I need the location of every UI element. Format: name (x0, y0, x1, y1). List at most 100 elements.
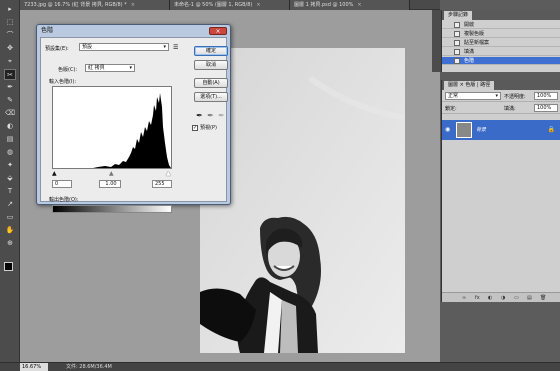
checkbox-icon: ✓ (192, 124, 198, 131)
histogram (52, 86, 172, 169)
tool-icon[interactable]: ▤ (4, 134, 16, 145)
document-tab-7233[interactable]: 7233.jpg @ 16.7% (紅 背景 拷貝, RGB/8) * × (20, 0, 170, 10)
close-icon[interactable]: × (256, 2, 260, 8)
fill-field[interactable]: 100% (534, 104, 558, 112)
history-item[interactable]: 開啟 (442, 21, 560, 29)
history-item-label: 填滿 (464, 49, 475, 55)
histogram-shape (53, 93, 171, 168)
history-step-icon (454, 31, 460, 37)
layer-thumbnail (456, 122, 472, 138)
tool-icon[interactable]: ▸ (4, 4, 16, 15)
eye-icon[interactable]: ◉ (445, 126, 450, 133)
layer-row-background[interactable]: ◉ 背景 🔒 (442, 120, 560, 140)
tool-icon[interactable]: ⊕ (4, 238, 16, 249)
input-gamma-slider-icon[interactable]: ▲ (109, 170, 114, 177)
close-icon[interactable]: × (131, 2, 135, 8)
layer-name: 背景 (476, 127, 487, 133)
foreground-color-swatch[interactable] (4, 262, 13, 271)
output-gradient (52, 205, 172, 213)
preset-value: 預設 (82, 44, 93, 50)
close-button[interactable]: × (209, 27, 227, 35)
channel-label: 色版(C): (58, 67, 78, 73)
history-item-label: 複製色版 (464, 31, 485, 37)
collapsed-panel-strip (432, 10, 441, 72)
new-group-icon[interactable]: ▭ (514, 295, 519, 301)
tool-icon[interactable]: ⬚ (4, 17, 16, 28)
tool-icon[interactable]: ⌒ (4, 30, 16, 41)
lock-row: 鎖定: 填滿: 100% (442, 103, 560, 114)
tool-icon[interactable]: ⌫ (4, 108, 16, 119)
adjustment-layer-icon[interactable]: ◑ (501, 295, 505, 301)
input-white-slider-icon[interactable]: ▲ (166, 170, 171, 177)
history-item-label: 貼至新檔案 (464, 40, 490, 46)
input-black-slider-icon[interactable]: ▲ (52, 170, 57, 177)
channel-value: 紅 拷貝 (88, 65, 105, 71)
dialog-body: 預設集(E): 預設 ▾ ☰ 色版(C): 紅 拷貝 ▾ 輸入色階(I): ▲ ▲ … (40, 37, 228, 213)
tool-icon[interactable]: ⌖ (4, 56, 16, 67)
tool-icon[interactable]: ⬙ (4, 173, 16, 184)
input-levels-label: 輸入色階(I): (49, 79, 77, 85)
preset-menu-icon[interactable]: ☰ (173, 44, 178, 51)
tools-panel: ▸ ⬚ ⌒ ✥ ⌖ ✂ ✒ ✎ ⌫ ◐ ▤ ◍ ✦ ⬙ T ↗ ▭ ✋ ⊕ (0, 0, 20, 362)
tool-icon[interactable]: ↗ (4, 199, 16, 210)
ok-button[interactable]: 確定 (194, 46, 228, 56)
options-button[interactable]: 選項(T)... (194, 92, 228, 102)
fill-label: 填滿: (504, 106, 516, 112)
trash-icon[interactable]: 🗑 (540, 295, 546, 301)
history-item[interactable]: 貼至新檔案 (442, 39, 560, 47)
tool-icon[interactable]: ◐ (4, 121, 16, 132)
zoom-field[interactable]: 16.67% (20, 363, 48, 371)
tool-icon[interactable]: ▭ (4, 212, 16, 223)
history-item[interactable]: 複製色版 (442, 30, 560, 38)
tab-layers[interactable]: 圖層 × 色版 | 路徑 (444, 81, 495, 90)
levels-dialog: 色階 × 預設集(E): 預設 ▾ ☰ 色版(C): 紅 拷貝 ▾ 輸入色階(I):… (36, 24, 231, 213)
input-white-value: 255 (155, 181, 165, 187)
history-panel-tabbar: 步驟記錄 (442, 10, 560, 20)
channel-select[interactable]: 紅 拷貝 ▾ (85, 64, 135, 72)
status-bar: 16.67% 文件: 28.6M/36.4M (0, 362, 560, 371)
photoshop-window: ▸ ⬚ ⌒ ✥ ⌖ ✂ ✒ ✎ ⌫ ◐ ▤ ◍ ✦ ⬙ T ↗ ▭ ✋ ⊕ 7233.jpg @ 16.7% (紅 … (0, 0, 560, 371)
document-tab-untitled[interactable]: 未命名-1 @ 50% (圖層 1, RGB/8) × (170, 0, 290, 10)
preset-select[interactable]: 預設 ▾ (79, 43, 169, 51)
input-gamma-field[interactable]: 1.00 (99, 180, 121, 188)
document-info: 文件: 28.6M/36.4M (66, 364, 112, 370)
tool-icon[interactable]: ✋ (4, 225, 16, 236)
history-item-selected[interactable]: 色階 (442, 57, 560, 65)
input-black-value: 0 (55, 181, 59, 187)
document-tab-label: 圖層 1 拷貝.psd @ 100% (294, 2, 354, 8)
chevron-down-icon: ▾ (129, 65, 132, 71)
document-tab-psd[interactable]: 圖層 1 拷貝.psd @ 100% × (290, 0, 410, 10)
blend-mode-select[interactable]: 正常 ▾ (445, 92, 501, 100)
input-white-field[interactable]: 255 (152, 180, 172, 188)
input-black-field[interactable]: 0 (52, 180, 72, 188)
white-eyedropper-icon[interactable]: ✒ (217, 110, 226, 121)
history-item-label: 色階 (464, 58, 475, 64)
opacity-label: 不透明度: (504, 94, 526, 100)
tool-icon[interactable]: ✒ (4, 82, 16, 93)
tool-icon[interactable]: T (4, 186, 16, 197)
tool-icon[interactable]: ✂ (4, 69, 16, 80)
tool-icon[interactable]: ✥ (4, 43, 16, 54)
output-levels-label: 輸出色階(O): (49, 197, 79, 203)
histogram-graph (53, 93, 171, 168)
new-layer-icon[interactable]: ▤ (527, 295, 532, 301)
link-layers-icon[interactable]: ∞ (462, 295, 466, 301)
tool-icon[interactable]: ◍ (4, 147, 16, 158)
tool-icon[interactable]: ✦ (4, 160, 16, 171)
fx-icon[interactable]: fx (475, 295, 480, 301)
tool-icon[interactable]: ✎ (4, 95, 16, 106)
auto-button[interactable]: 自動(A) (194, 78, 228, 88)
preview-checkbox[interactable]: ✓ 預視(P) (192, 124, 217, 131)
opacity-field[interactable]: 100% (534, 92, 558, 100)
black-eyedropper-icon[interactable]: ✒ (195, 110, 204, 121)
opacity-value: 100% (537, 93, 552, 99)
history-item[interactable]: 填滿 (442, 48, 560, 56)
close-icon[interactable]: × (357, 2, 361, 8)
history-item-label: 開啟 (464, 22, 475, 28)
cancel-button[interactable]: 取消 (194, 60, 228, 70)
tab-history[interactable]: 步驟記錄 (444, 11, 473, 20)
gray-eyedropper-icon[interactable]: ✒ (206, 110, 215, 121)
layer-mask-icon[interactable]: ◐ (488, 295, 492, 301)
chevron-down-icon: ▾ (163, 44, 166, 50)
lock-icon: 🔒 (547, 126, 555, 133)
